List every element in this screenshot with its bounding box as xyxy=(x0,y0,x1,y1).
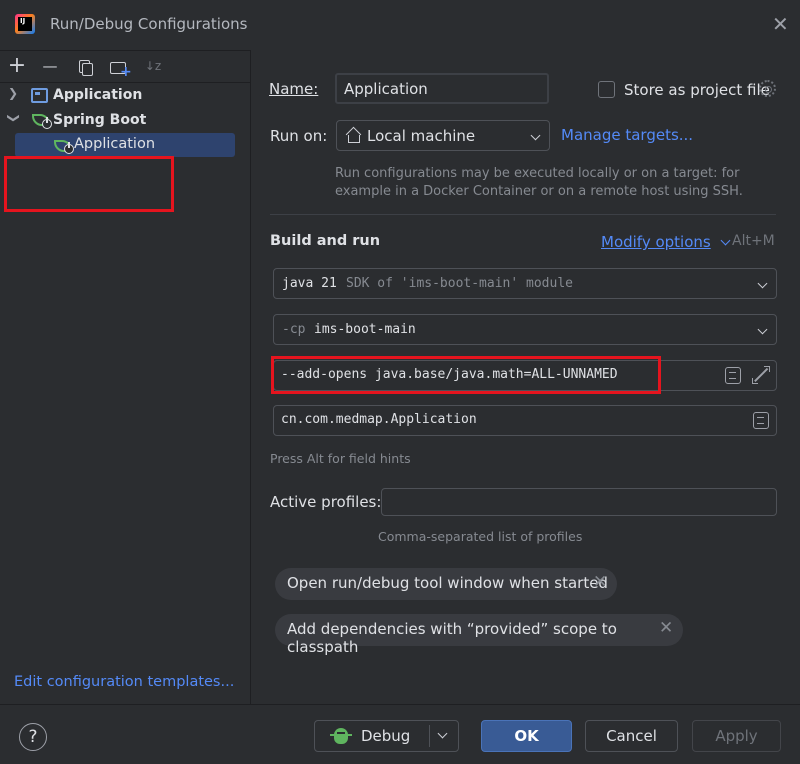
main-class-field[interactable]: cn.com.medmap.Application xyxy=(273,405,777,436)
run-on-hint-line-2: example in a Docker Container or on a re… xyxy=(335,184,743,199)
ok-button[interactable]: OK xyxy=(481,720,572,752)
modify-options-shortcut: Alt+M xyxy=(732,233,775,249)
chevron-right-icon[interactable]: ❯ xyxy=(8,86,18,100)
profiles-hint-text: Comma-separated list of profiles xyxy=(378,529,583,544)
chevron-down-icon xyxy=(530,129,541,140)
manage-targets-link[interactable]: Manage targets... xyxy=(561,126,693,144)
dialog-footer: ? Debug OK Cancel Apply xyxy=(0,704,800,764)
bug-icon xyxy=(330,728,352,744)
tree-node-application[interactable]: ❯ Application xyxy=(0,83,250,108)
sort-alphabetically-icon[interactable]: ↓z xyxy=(141,55,165,79)
edit-text-icon[interactable] xyxy=(725,367,741,384)
classpath-value: ims-boot-main xyxy=(314,322,416,337)
close-icon[interactable]: ✕ xyxy=(659,618,673,638)
name-field[interactable]: Application xyxy=(335,73,549,104)
tree-node-spring-boot[interactable]: ❯ Spring Boot xyxy=(0,108,250,133)
highlight-box-vm-options xyxy=(271,356,661,394)
classpath-prefix: -cp xyxy=(282,322,306,337)
divider xyxy=(270,214,776,215)
main-class-value: cn.com.medmap.Application xyxy=(281,412,477,427)
store-as-project-file-checkbox[interactable] xyxy=(598,81,615,98)
chevron-down-icon[interactable]: ❯ xyxy=(7,113,21,123)
chevron-down-icon xyxy=(757,323,768,334)
remove-icon[interactable]: — xyxy=(38,55,62,79)
spring-power-icon xyxy=(64,142,74,154)
modify-options-link[interactable]: Modify options xyxy=(601,233,730,251)
tree-node-label: Application xyxy=(74,136,156,152)
name-label: Name: xyxy=(269,80,319,98)
run-on-value: Local machine xyxy=(367,127,476,145)
run-on-dropdown[interactable]: Local machine xyxy=(336,120,550,151)
run-on-hint-line-1: Run configurations may be executed local… xyxy=(335,166,740,181)
close-icon[interactable]: ✕ xyxy=(593,572,607,592)
tree-toolbar: + — + ↓z xyxy=(0,51,251,83)
copy-icon[interactable] xyxy=(73,55,97,79)
store-as-project-file-label[interactable]: Store as project file xyxy=(624,81,770,99)
active-profiles-label: Active profiles: xyxy=(270,493,382,511)
application-icon xyxy=(31,88,48,103)
jdk-value: java 21 xyxy=(282,276,337,291)
tree-node-spring-application-selected[interactable]: Application xyxy=(15,133,235,157)
spring-power-icon xyxy=(42,117,52,129)
window-title: Run/Debug Configurations xyxy=(50,15,248,33)
configurations-tree-pane: + — + ↓z ❯ Application ❯ Spring Boot App… xyxy=(0,50,251,704)
tree-node-label: Spring Boot xyxy=(53,112,147,128)
chevron-down-icon xyxy=(720,235,730,246)
new-folder-icon[interactable]: + xyxy=(107,55,132,80)
home-icon xyxy=(346,129,360,143)
title-bar: IJ Run/Debug Configurations ✕ xyxy=(0,0,800,50)
apply-button[interactable]: Apply xyxy=(692,720,781,752)
field-hints-text: Press Alt for field hints xyxy=(270,451,411,466)
build-and-run-title: Build and run xyxy=(270,233,381,249)
debug-button[interactable]: Debug xyxy=(314,720,459,752)
chevron-down-icon xyxy=(757,277,768,288)
expand-icon[interactable] xyxy=(752,366,770,384)
highlight-box-spring-boot xyxy=(4,156,174,212)
cancel-button[interactable]: Cancel xyxy=(585,720,678,752)
edit-configuration-templates-link[interactable]: Edit configuration templates... xyxy=(14,674,234,690)
chip-open-tool-window[interactable]: Open run/debug tool window when started … xyxy=(275,568,617,600)
classpath-module-dropdown[interactable]: -cp ims-boot-main xyxy=(273,314,777,345)
run-on-label: Run on: xyxy=(270,127,328,145)
jdk-module-hint: SDK of 'ims-boot-main' module xyxy=(346,276,573,291)
tree-node-label: Application xyxy=(53,87,143,103)
browse-class-icon[interactable] xyxy=(753,412,769,429)
chip-add-provided-dependencies[interactable]: Add dependencies with “provided” scope t… xyxy=(275,614,683,656)
gear-icon[interactable] xyxy=(759,80,776,97)
add-icon[interactable]: + xyxy=(5,55,29,79)
help-button[interactable]: ? xyxy=(19,723,47,751)
jdk-dropdown[interactable]: java 21 SDK of 'ims-boot-main' module xyxy=(273,268,777,299)
close-icon[interactable]: ✕ xyxy=(772,12,789,36)
active-profiles-input[interactable] xyxy=(381,488,777,516)
intellij-logo-icon: IJ xyxy=(15,14,35,34)
chevron-down-icon[interactable] xyxy=(437,728,448,739)
